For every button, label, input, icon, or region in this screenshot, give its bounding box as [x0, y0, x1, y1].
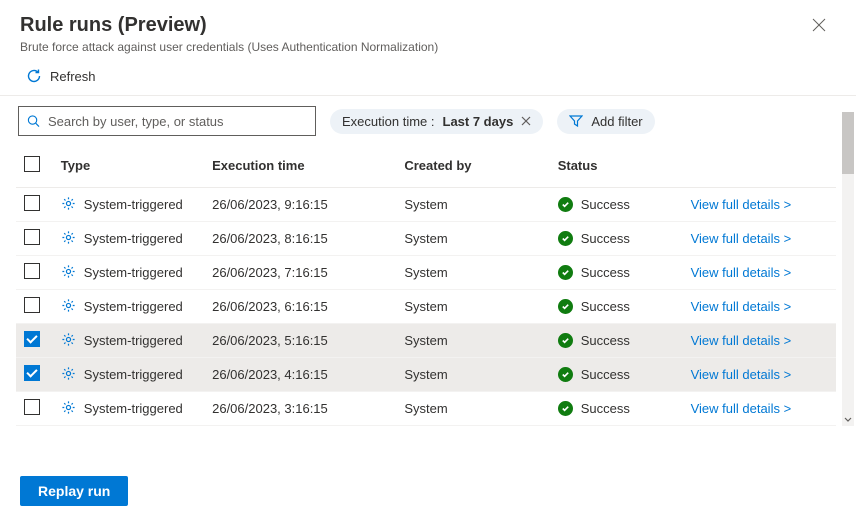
success-icon: [558, 197, 573, 212]
header: Rule runs (Preview) Brute force attack a…: [0, 0, 856, 62]
filter-bar: Execution time : Last 7 days Add filter: [0, 96, 856, 144]
page-subtitle: Brute force attack against user credenti…: [20, 40, 836, 54]
status-label: Success: [581, 299, 630, 314]
view-details-link[interactable]: View full details >: [691, 231, 792, 246]
scroll-down-arrow[interactable]: [842, 414, 854, 426]
created-by-cell: System: [396, 358, 549, 392]
filter-exec-value: Last 7 days: [443, 114, 514, 129]
success-icon: [558, 367, 573, 382]
type-label: System-triggered: [84, 231, 183, 246]
chevron-down-icon: [844, 417, 852, 423]
exec-time-cell: 26/06/2023, 7:16:15: [204, 256, 396, 290]
filter-execution-time[interactable]: Execution time : Last 7 days: [330, 109, 543, 134]
scroll-thumb[interactable]: [842, 112, 854, 174]
close-button[interactable]: [812, 18, 826, 35]
type-label: System-triggered: [84, 333, 183, 348]
row-checkbox[interactable]: [24, 229, 40, 245]
type-label: System-triggered: [84, 401, 183, 416]
gear-icon: [61, 230, 76, 248]
gear-icon: [61, 332, 76, 350]
replay-run-button[interactable]: Replay run: [20, 476, 128, 506]
row-checkbox[interactable]: [24, 331, 40, 347]
search-icon: [27, 114, 40, 128]
status-label: Success: [581, 333, 630, 348]
gear-icon: [61, 264, 76, 282]
col-status[interactable]: Status: [550, 144, 683, 188]
status-label: Success: [581, 197, 630, 212]
table-row[interactable]: System-triggered 26/06/2023, 6:16:15Syste…: [16, 290, 836, 324]
table-row[interactable]: System-triggered 26/06/2023, 4:16:15Syste…: [16, 358, 836, 392]
col-created-by[interactable]: Created by: [396, 144, 549, 188]
status-label: Success: [581, 367, 630, 382]
filter-exec-label: Execution time :: [342, 114, 435, 129]
exec-time-cell: 26/06/2023, 6:16:15: [204, 290, 396, 324]
rule-runs-table: Type Execution time Created by Status Sy…: [16, 144, 836, 426]
row-checkbox[interactable]: [24, 195, 40, 211]
toolbar: Refresh: [0, 62, 856, 96]
filter-remove-button[interactable]: [521, 114, 531, 129]
row-checkbox[interactable]: [24, 297, 40, 313]
refresh-icon: [26, 68, 42, 84]
add-filter-button[interactable]: Add filter: [557, 109, 654, 134]
created-by-cell: System: [396, 324, 549, 358]
type-label: System-triggered: [84, 299, 183, 314]
created-by-cell: System: [396, 256, 549, 290]
gear-icon: [61, 298, 76, 316]
status-label: Success: [581, 265, 630, 280]
gear-icon: [61, 196, 76, 214]
status-label: Success: [581, 231, 630, 246]
table-container: Type Execution time Created by Status Sy…: [0, 144, 856, 464]
success-icon: [558, 401, 573, 416]
type-label: System-triggered: [84, 197, 183, 212]
view-details-link[interactable]: View full details >: [691, 401, 792, 416]
created-by-cell: System: [396, 392, 549, 426]
refresh-label: Refresh: [50, 69, 96, 84]
close-icon: [812, 18, 826, 32]
exec-time-cell: 26/06/2023, 3:16:15: [204, 392, 396, 426]
created-by-cell: System: [396, 188, 549, 222]
search-input[interactable]: [48, 114, 307, 129]
footer: Replay run: [0, 464, 856, 518]
type-label: System-triggered: [84, 367, 183, 382]
gear-icon: [61, 366, 76, 384]
x-icon: [521, 116, 531, 126]
scrollbar[interactable]: [842, 112, 854, 424]
created-by-cell: System: [396, 222, 549, 256]
success-icon: [558, 333, 573, 348]
type-label: System-triggered: [84, 265, 183, 280]
success-icon: [558, 265, 573, 280]
refresh-button[interactable]: Refresh: [26, 68, 96, 84]
col-type[interactable]: Type: [53, 144, 204, 188]
select-all-checkbox[interactable]: [24, 156, 40, 172]
created-by-cell: System: [396, 290, 549, 324]
row-checkbox[interactable]: [24, 263, 40, 279]
exec-time-cell: 26/06/2023, 8:16:15: [204, 222, 396, 256]
gear-icon: [61, 400, 76, 418]
page-title: Rule runs (Preview): [20, 14, 836, 37]
table-row[interactable]: System-triggered 26/06/2023, 8:16:15Syste…: [16, 222, 836, 256]
success-icon: [558, 231, 573, 246]
view-details-link[interactable]: View full details >: [691, 333, 792, 348]
search-box[interactable]: [18, 106, 316, 136]
row-checkbox[interactable]: [24, 365, 40, 381]
status-label: Success: [581, 401, 630, 416]
row-checkbox[interactable]: [24, 399, 40, 415]
col-exec-time[interactable]: Execution time: [204, 144, 396, 188]
table-row[interactable]: System-triggered 26/06/2023, 9:16:15Syste…: [16, 188, 836, 222]
view-details-link[interactable]: View full details >: [691, 367, 792, 382]
add-filter-label: Add filter: [591, 114, 642, 129]
table-row[interactable]: System-triggered 26/06/2023, 7:16:15Syste…: [16, 256, 836, 290]
view-details-link[interactable]: View full details >: [691, 299, 792, 314]
success-icon: [558, 299, 573, 314]
filter-icon: [569, 115, 583, 127]
exec-time-cell: 26/06/2023, 5:16:15: [204, 324, 396, 358]
exec-time-cell: 26/06/2023, 4:16:15: [204, 358, 396, 392]
table-row[interactable]: System-triggered 26/06/2023, 5:16:15Syste…: [16, 324, 836, 358]
view-details-link[interactable]: View full details >: [691, 197, 792, 212]
view-details-link[interactable]: View full details >: [691, 265, 792, 280]
table-header-row: Type Execution time Created by Status: [16, 144, 836, 188]
table-row[interactable]: System-triggered 26/06/2023, 3:16:15Syste…: [16, 392, 836, 426]
exec-time-cell: 26/06/2023, 9:16:15: [204, 188, 396, 222]
